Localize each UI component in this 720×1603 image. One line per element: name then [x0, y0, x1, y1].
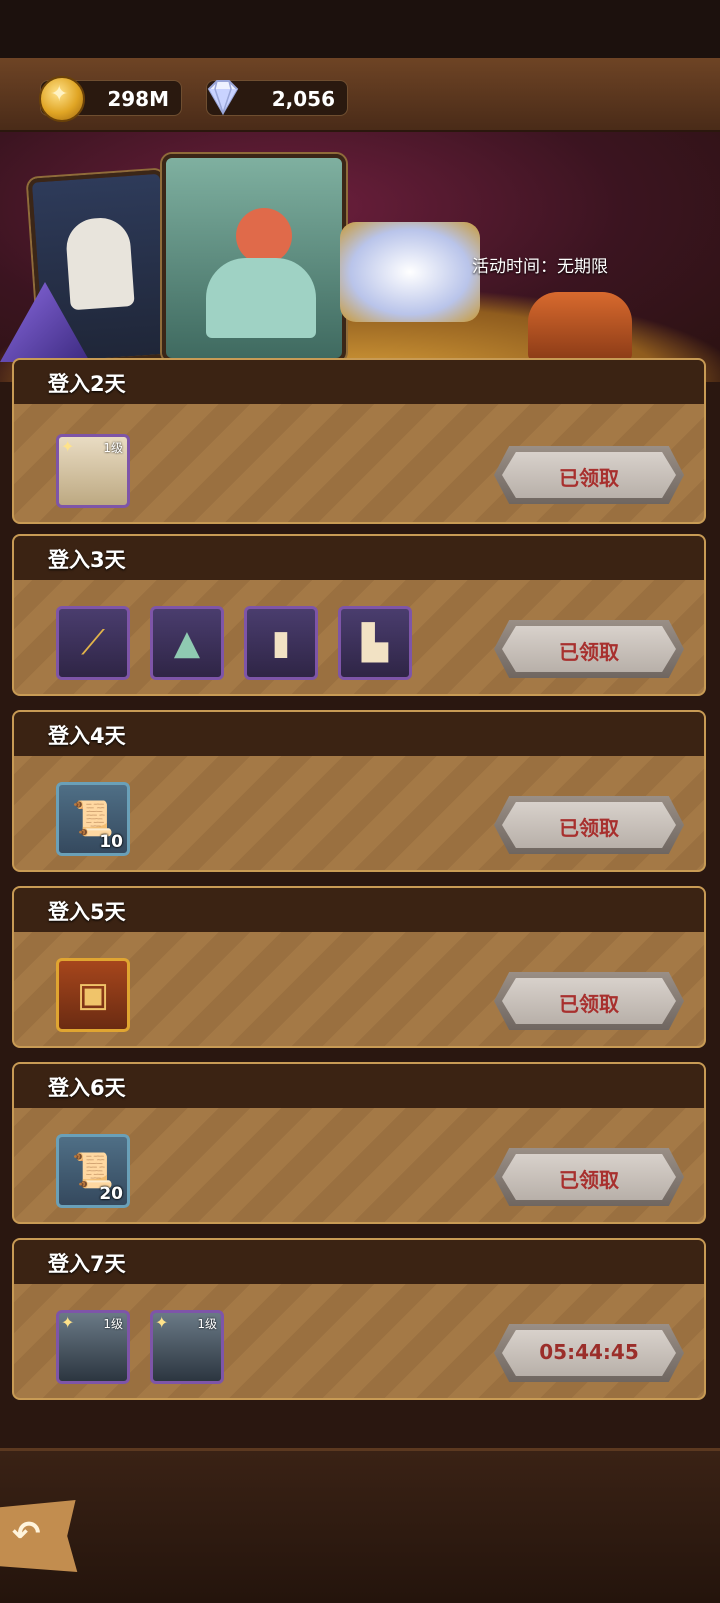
button-label: 已领取: [559, 1168, 619, 1192]
button-label: 已领取: [559, 992, 619, 1016]
event-time-label: 活动时间：无期限: [472, 257, 608, 277]
chest-icon[interactable]: ▣: [56, 958, 130, 1032]
item-level: 1级: [197, 1317, 217, 1331]
button-label: 已领取: [559, 466, 619, 490]
hero-portrait-icon[interactable]: ✦ 1级: [56, 434, 130, 508]
scroll-icon[interactable]: 📜 20: [56, 1134, 130, 1208]
bottom-bar: [0, 1448, 720, 1603]
event-banner: 活动时间：无期限: [0, 132, 720, 382]
day-title: 登入2天: [48, 372, 126, 396]
button-label: 已领取: [559, 640, 619, 664]
boots-icon[interactable]: ▙: [338, 606, 412, 680]
login-reward-day-4: 登入4天 📜 10 已领取: [12, 710, 706, 872]
button-label: 已领取: [559, 816, 619, 840]
claimed-button[interactable]: 已领取: [494, 1148, 684, 1206]
day-title: 登入4天: [48, 724, 126, 748]
gold-value: 298M: [107, 87, 169, 111]
diamond-value: 2,056: [271, 87, 335, 111]
login-reward-day-5: 登入5天 ▣ 已领取: [12, 886, 706, 1048]
star-icon: ✦: [61, 1313, 75, 1332]
day-title: 登入6天: [48, 1076, 126, 1100]
item-level: 1级: [103, 441, 123, 455]
hat-icon[interactable]: ▲: [150, 606, 224, 680]
back-arrow-icon: ↶: [12, 1514, 41, 1554]
item-quantity: 20: [99, 1184, 123, 1204]
hero-portrait-icon[interactable]: ✦ 1级: [150, 1310, 224, 1384]
claimed-button[interactable]: 已领取: [494, 620, 684, 678]
gold-coin-icon: [39, 76, 85, 122]
login-reward-day-2: 登入2天 ✦ 1级 已领取: [12, 358, 706, 524]
login-reward-day-7: 登入7天 ✦ 1级 ✦ 1级 05:44:45: [12, 1238, 706, 1400]
login-reward-day-3: 登入3天 ⟋ ▲ ▮ ▙ 已领取: [12, 534, 706, 696]
diamond-counter[interactable]: 2,056: [206, 80, 348, 116]
item-level: 1级: [103, 1317, 123, 1331]
status-bar: [0, 0, 720, 58]
claimed-button[interactable]: 已领取: [494, 796, 684, 854]
diamond-icon: [207, 80, 239, 116]
scroll-icon[interactable]: 📜 10: [56, 782, 130, 856]
login-reward-day-6: 登入6天 📜 20 已领取: [12, 1062, 706, 1224]
currency-bar: 298M 2,056: [0, 58, 720, 132]
crown-art: [528, 292, 632, 362]
item-quantity: 10: [99, 832, 123, 852]
hero-card-art-main: [162, 154, 346, 362]
star-icon: ✦: [61, 437, 75, 456]
claimed-button[interactable]: 已领取: [494, 972, 684, 1030]
gold-counter[interactable]: 298M: [39, 76, 182, 122]
staff-icon[interactable]: ⟋: [56, 606, 130, 680]
claimed-button[interactable]: 已领取: [494, 446, 684, 504]
hero-portrait-icon[interactable]: ✦ 1级: [56, 1310, 130, 1384]
star-icon: ✦: [155, 1313, 169, 1332]
countdown-label: 05:44:45: [539, 1340, 639, 1364]
day-title: 登入3天: [48, 548, 126, 572]
countdown-button[interactable]: 05:44:45: [494, 1324, 684, 1382]
robe-icon[interactable]: ▮: [244, 606, 318, 680]
day-title: 登入7天: [48, 1252, 126, 1276]
diamond-chest-art: [340, 222, 480, 322]
day-title: 登入5天: [48, 900, 126, 924]
